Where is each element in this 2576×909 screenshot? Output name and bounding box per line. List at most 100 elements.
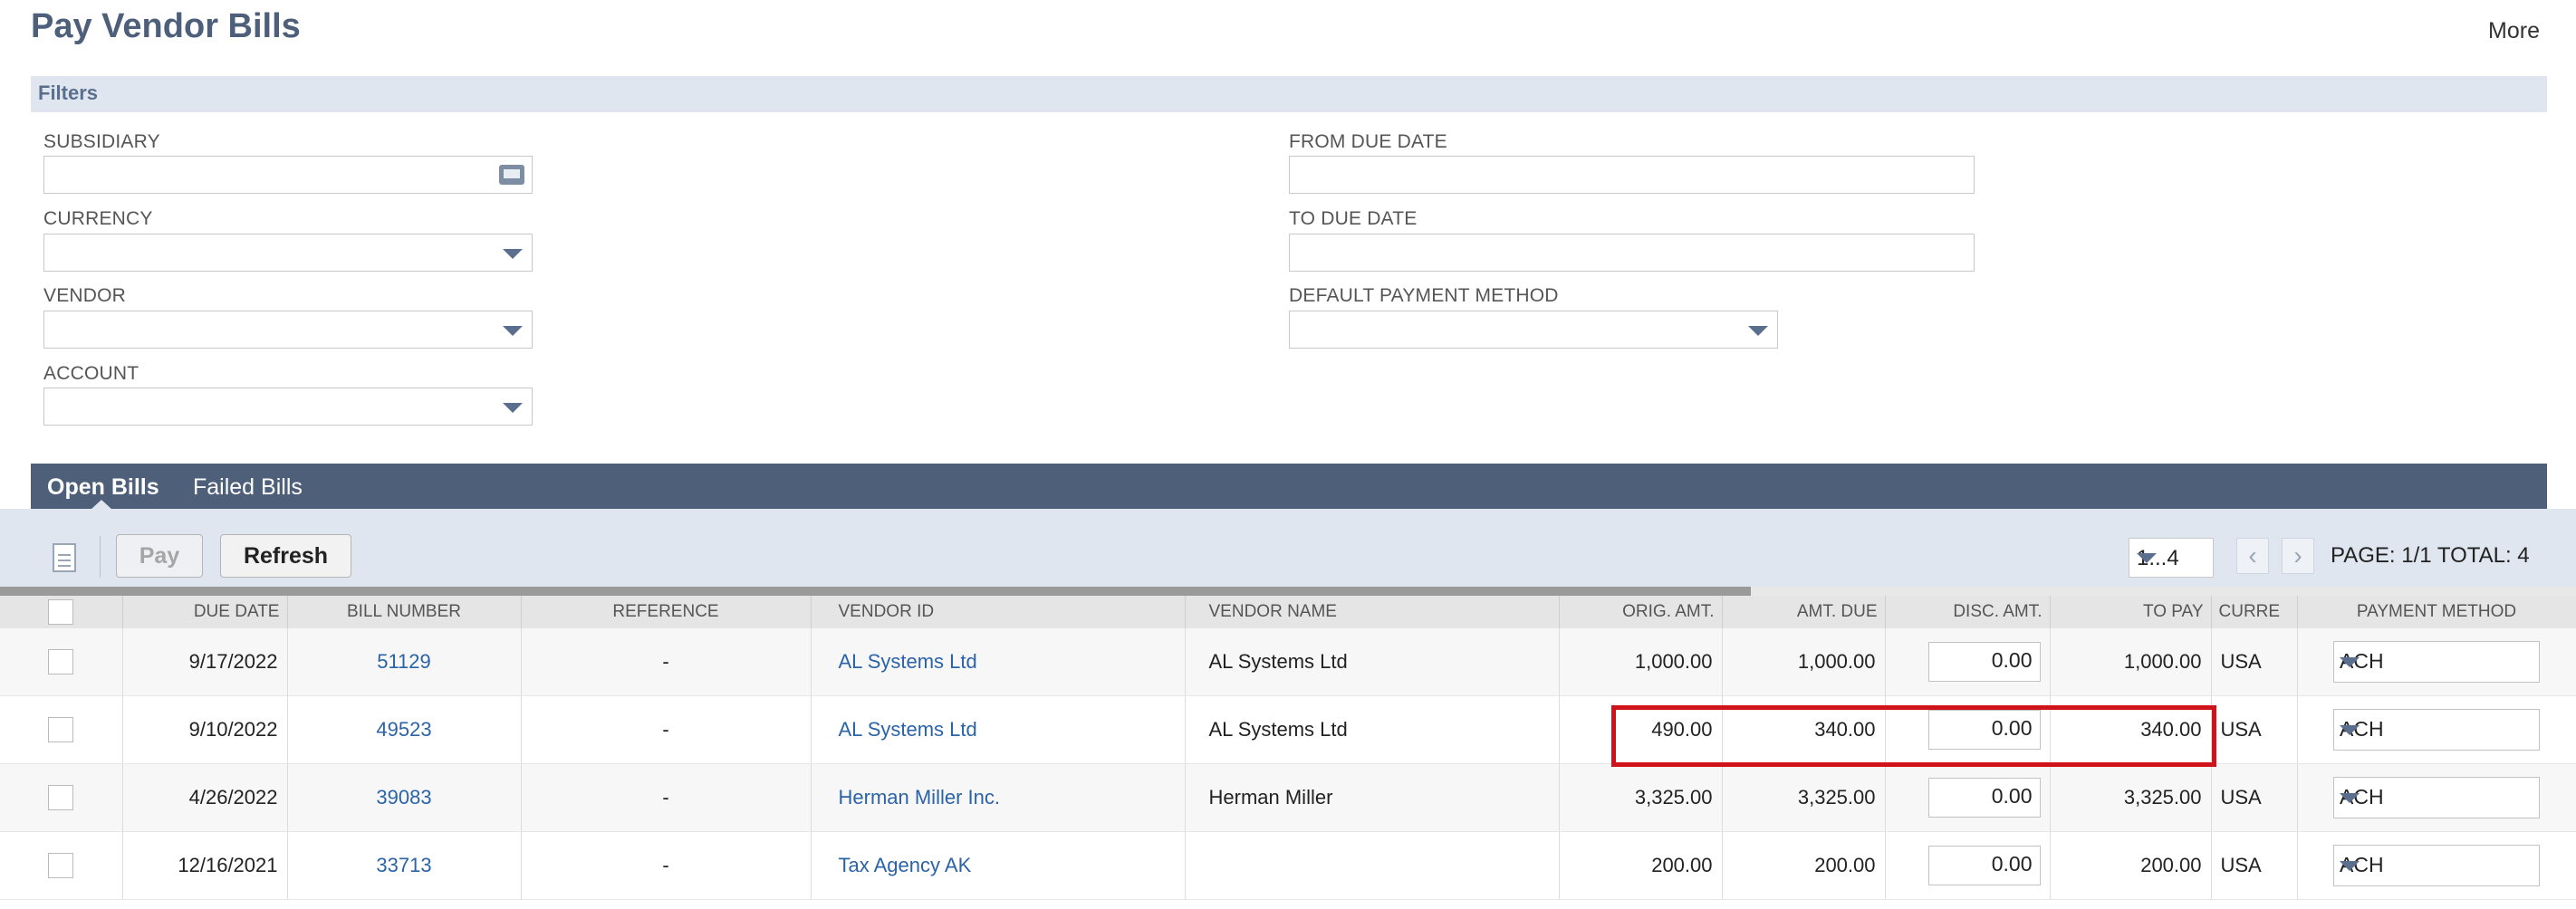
more-menu-button[interactable]: More <box>2488 18 2540 44</box>
chevron-down-icon <box>2340 793 2360 803</box>
due-date-cell: 4/26/2022 <box>122 763 288 832</box>
column-header-disc-amt[interactable]: DISC. AMT. <box>1885 596 2051 628</box>
to-due-date-field[interactable] <box>1289 234 1975 272</box>
row-select-cell <box>0 763 123 832</box>
amt-due-cell: 3,325.00 <box>1722 763 1886 832</box>
chevron-down-icon <box>2340 657 2360 667</box>
to-pay-cell: 200.00 <box>2050 831 2212 900</box>
account-select[interactable] <box>43 388 533 426</box>
disc-amt-cell: 0.00 <box>1885 695 2051 764</box>
payment-method-select[interactable]: ACH <box>2333 641 2540 683</box>
payment-method-cell: ACH <box>2297 695 2576 764</box>
default-payment-method-label: DEFAULT PAYMENT METHOD <box>1289 285 1559 306</box>
chevron-down-icon <box>503 249 523 259</box>
bill-number-link[interactable]: 51129 <box>287 628 522 696</box>
chevron-down-icon <box>2340 725 2360 735</box>
column-header-currency[interactable]: CURRE <box>2211 596 2298 628</box>
chevron-down-icon <box>2137 553 2157 563</box>
chevron-down-icon <box>503 326 523 336</box>
payment-method-select[interactable]: ACH <box>2333 777 2540 818</box>
horizontal-scrollbar-thumb[interactable] <box>0 587 1751 596</box>
subsidiary-field[interactable] <box>43 156 533 194</box>
from-due-date-label: FROM DUE DATE <box>1289 131 1447 152</box>
vendor-id-link[interactable]: AL Systems Ltd <box>811 695 1186 764</box>
column-header-vendor-id[interactable]: VENDOR ID <box>811 596 1186 628</box>
amt-due-cell: 200.00 <box>1722 831 1886 900</box>
disc-amt-input[interactable]: 0.00 <box>1927 846 2041 885</box>
chevron-down-icon <box>1748 326 1768 336</box>
currency-cell: USA <box>2211 763 2298 832</box>
list-picker-icon[interactable] <box>499 165 524 185</box>
refresh-button[interactable]: Refresh <box>220 534 351 578</box>
currency-select[interactable] <box>43 234 533 272</box>
table-row: 9/10/2022 49523 - AL Systems Ltd AL Syst… <box>0 695 2576 764</box>
horizontal-scrollbar-track[interactable] <box>1751 587 2576 596</box>
column-header-reference[interactable]: REFERENCE <box>521 596 812 628</box>
disc-amt-input[interactable]: 0.00 <box>1927 642 2041 682</box>
disc-amt-input[interactable]: 0.00 <box>1927 710 2041 750</box>
column-header-amt-due[interactable]: AMT. DUE <box>1722 596 1886 628</box>
filters-label: Filters <box>38 81 99 104</box>
subtab-bar: Open Bills Failed Bills <box>31 464 2547 510</box>
reference-cell: - <box>521 695 812 764</box>
page-total-label: PAGE: 1/1 TOTAL: 4 <box>2331 543 2530 568</box>
vendor-name-cell <box>1185 831 1560 900</box>
payment-method-cell: ACH <box>2297 763 2576 832</box>
table-row: 9/17/2022 51129 - AL Systems Ltd AL Syst… <box>0 628 2576 696</box>
table-header-row: DUE DATE BILL NUMBER REFERENCE VENDOR ID… <box>0 596 2576 628</box>
page-title: Pay Vendor Bills <box>31 7 301 45</box>
row-checkbox[interactable] <box>48 785 74 811</box>
vendor-label: VENDOR <box>43 285 127 306</box>
list-toolbar: Pay Refresh 1...4 ‹ › PAGE: 1/1 TOTAL: 4 <box>0 509 2576 587</box>
column-header-due-date[interactable]: DUE DATE <box>122 596 288 628</box>
from-due-date-field[interactable] <box>1289 156 1975 194</box>
bill-number-link[interactable]: 49523 <box>287 695 522 764</box>
column-header-to-pay[interactable]: TO PAY <box>2050 596 2212 628</box>
tab-failed-bills[interactable]: Failed Bills <box>193 474 303 501</box>
reference-cell: - <box>521 831 812 900</box>
chevron-left-icon[interactable]: ‹ <box>2236 538 2269 574</box>
row-checkbox[interactable] <box>48 717 74 743</box>
orig-amt-cell: 200.00 <box>1559 831 1723 900</box>
bill-number-link[interactable]: 33713 <box>287 831 522 900</box>
default-payment-method-select[interactable] <box>1289 311 1778 349</box>
chevron-right-icon[interactable]: › <box>2282 538 2314 574</box>
column-header-orig-amt[interactable]: ORIG. AMT. <box>1559 596 1723 628</box>
due-date-cell: 12/16/2021 <box>122 831 288 900</box>
payment-method-cell: ACH <box>2297 628 2576 696</box>
disc-amt-cell: 0.00 <box>1885 628 2051 696</box>
chevron-down-icon <box>2340 861 2360 871</box>
column-header-vendor-name[interactable]: VENDOR NAME <box>1185 596 1560 628</box>
payment-method-cell: ACH <box>2297 831 2576 900</box>
filters-section-header[interactable]: Filters <box>31 76 2547 112</box>
payment-method-select[interactable]: ACH <box>2333 709 2540 751</box>
vendor-id-link[interactable]: Herman Miller Inc. <box>811 763 1186 832</box>
vendor-id-link[interactable]: Tax Agency AK <box>811 831 1186 900</box>
vendor-id-link[interactable]: AL Systems Ltd <box>811 628 1186 696</box>
page-range-select[interactable]: 1...4 <box>2129 538 2214 578</box>
payment-method-select[interactable]: ACH <box>2333 845 2540 886</box>
tab-open-bills[interactable]: Open Bills <box>47 474 159 501</box>
bill-number-link[interactable]: 39083 <box>287 763 522 832</box>
row-checkbox[interactable] <box>48 853 74 879</box>
export-document-icon[interactable] <box>53 543 76 572</box>
select-all-header[interactable] <box>0 596 123 628</box>
vendor-select[interactable] <box>43 311 533 349</box>
currency-cell: USA <box>2211 831 2298 900</box>
pay-button[interactable]: Pay <box>116 534 203 578</box>
reference-cell: - <box>521 763 812 832</box>
column-header-bill-number[interactable]: BILL NUMBER <box>287 596 522 628</box>
row-select-cell <box>0 831 123 900</box>
to-pay-cell: 1,000.00 <box>2050 628 2212 696</box>
column-header-payment-method[interactable]: PAYMENT METHOD <box>2297 596 2576 628</box>
row-checkbox[interactable] <box>48 649 74 675</box>
row-select-cell <box>0 628 123 696</box>
vendor-name-cell: AL Systems Ltd <box>1185 628 1560 696</box>
account-label: ACCOUNT <box>43 363 139 384</box>
orig-amt-cell: 3,325.00 <box>1559 763 1723 832</box>
disc-amt-cell: 0.00 <box>1885 763 2051 832</box>
subsidiary-label: SUBSIDIARY <box>43 131 160 152</box>
table-row: 12/16/2021 33713 - Tax Agency AK 200.00 … <box>0 831 2576 900</box>
disc-amt-input[interactable]: 0.00 <box>1927 778 2041 818</box>
select-all-checkbox[interactable] <box>48 599 74 625</box>
